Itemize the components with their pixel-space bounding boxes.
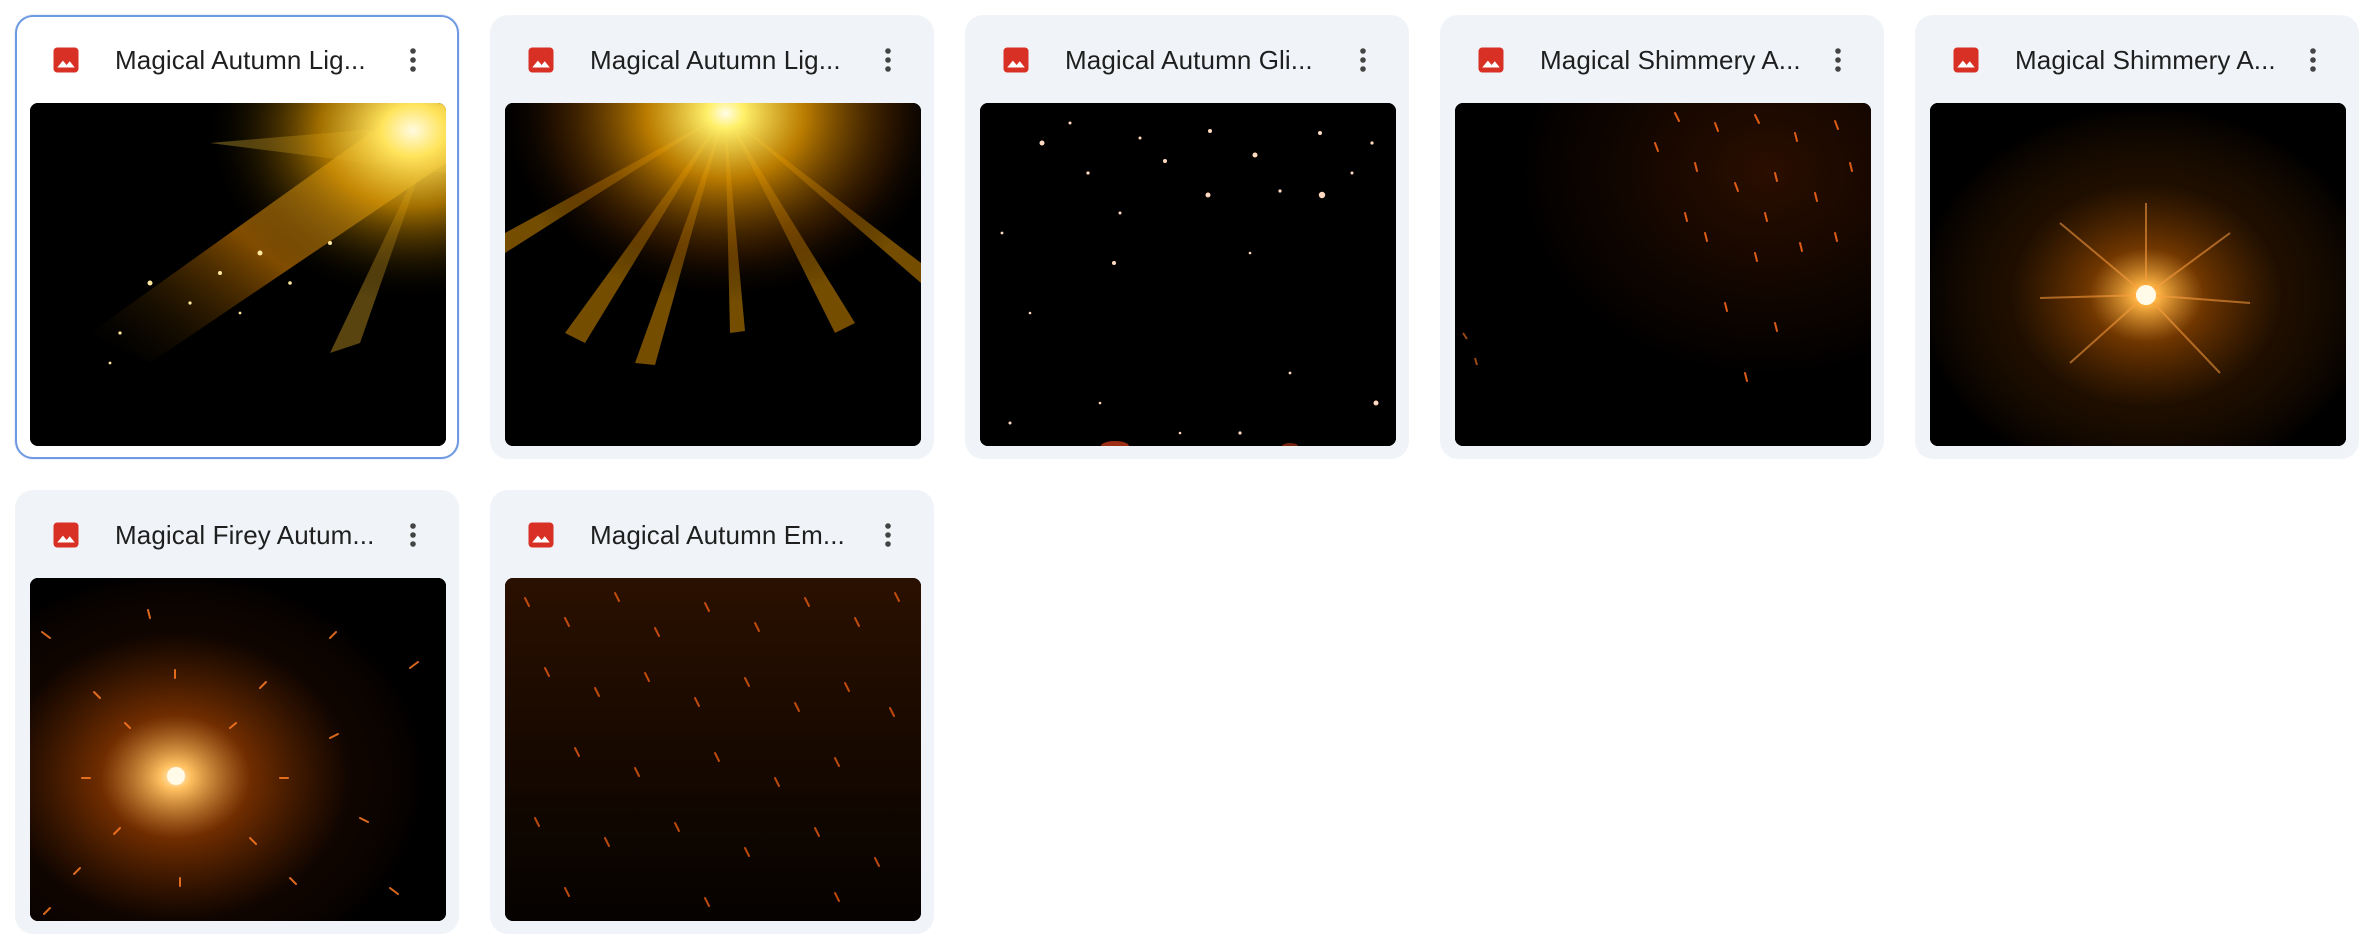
file-name: Magical Shimmery A... <box>2015 44 2276 75</box>
file-thumbnail[interactable] <box>505 578 921 921</box>
file-card[interactable]: Magical Shimmery A... <box>1915 15 2359 459</box>
fire-burst-image <box>30 578 446 921</box>
sparks-image <box>1455 103 1871 446</box>
file-name: Magical Autumn Lig... <box>115 44 366 75</box>
more-vert-icon <box>885 523 891 547</box>
more-actions-button[interactable] <box>2293 40 2333 80</box>
more-actions-button[interactable] <box>1343 40 1383 80</box>
file-name: Magical Firey Autum... <box>115 519 375 550</box>
file-card-header: Magical Autumn Lig... <box>17 17 457 103</box>
sunburst-image <box>505 103 921 446</box>
image-file-icon <box>528 47 554 73</box>
file-grid: Magical Autumn Lig... Magical Autumn Lig… <box>15 15 2366 944</box>
file-card[interactable]: Magical Firey Autum... <box>15 490 459 934</box>
file-thumbnail[interactable] <box>30 103 446 446</box>
more-vert-icon <box>1360 48 1366 72</box>
image-file-icon <box>528 522 554 548</box>
file-name: Magical Autumn Lig... <box>590 44 841 75</box>
file-name: Magical Shimmery A... <box>1540 44 1801 75</box>
file-card[interactable]: Magical Autumn Lig... <box>15 15 459 459</box>
file-card[interactable]: Magical Shimmery A... <box>1440 15 1884 459</box>
more-actions-button[interactable] <box>868 515 908 555</box>
file-card[interactable]: Magical Autumn Gli... <box>965 15 1409 459</box>
more-actions-button[interactable] <box>393 40 433 80</box>
more-vert-icon <box>2310 48 2316 72</box>
more-actions-button[interactable] <box>1818 40 1858 80</box>
more-actions-button[interactable] <box>868 40 908 80</box>
file-card-header: Magical Autumn Lig... <box>492 17 932 103</box>
file-name: Magical Autumn Em... <box>590 519 845 550</box>
more-vert-icon <box>410 48 416 72</box>
image-file-icon <box>1478 47 1504 73</box>
file-thumbnail[interactable] <box>1930 103 2346 446</box>
file-card-header: Magical Shimmery A... <box>1442 17 1882 103</box>
light-streak-image <box>30 103 446 446</box>
file-thumbnail[interactable] <box>980 103 1396 446</box>
image-file-icon <box>53 522 79 548</box>
file-card[interactable]: Magical Autumn Lig... <box>490 15 934 459</box>
file-card-header: Magical Autumn Em... <box>492 492 932 578</box>
ember-rain-image <box>505 578 921 921</box>
file-card-header: Magical Firey Autum... <box>17 492 457 578</box>
image-file-icon <box>53 47 79 73</box>
file-thumbnail[interactable] <box>505 103 921 446</box>
image-file-icon <box>1003 47 1029 73</box>
file-card[interactable]: Magical Autumn Em... <box>490 490 934 934</box>
shimmer-burst-image <box>1930 103 2346 446</box>
file-card-header: Magical Autumn Gli... <box>967 17 1407 103</box>
file-name: Magical Autumn Gli... <box>1065 44 1313 75</box>
more-vert-icon <box>885 48 891 72</box>
image-file-icon <box>1953 47 1979 73</box>
glitter-image <box>980 103 1396 446</box>
file-thumbnail[interactable] <box>1455 103 1871 446</box>
file-card-header: Magical Shimmery A... <box>1917 17 2357 103</box>
more-vert-icon <box>410 523 416 547</box>
more-vert-icon <box>1835 48 1841 72</box>
file-thumbnail[interactable] <box>30 578 446 921</box>
more-actions-button[interactable] <box>393 515 433 555</box>
